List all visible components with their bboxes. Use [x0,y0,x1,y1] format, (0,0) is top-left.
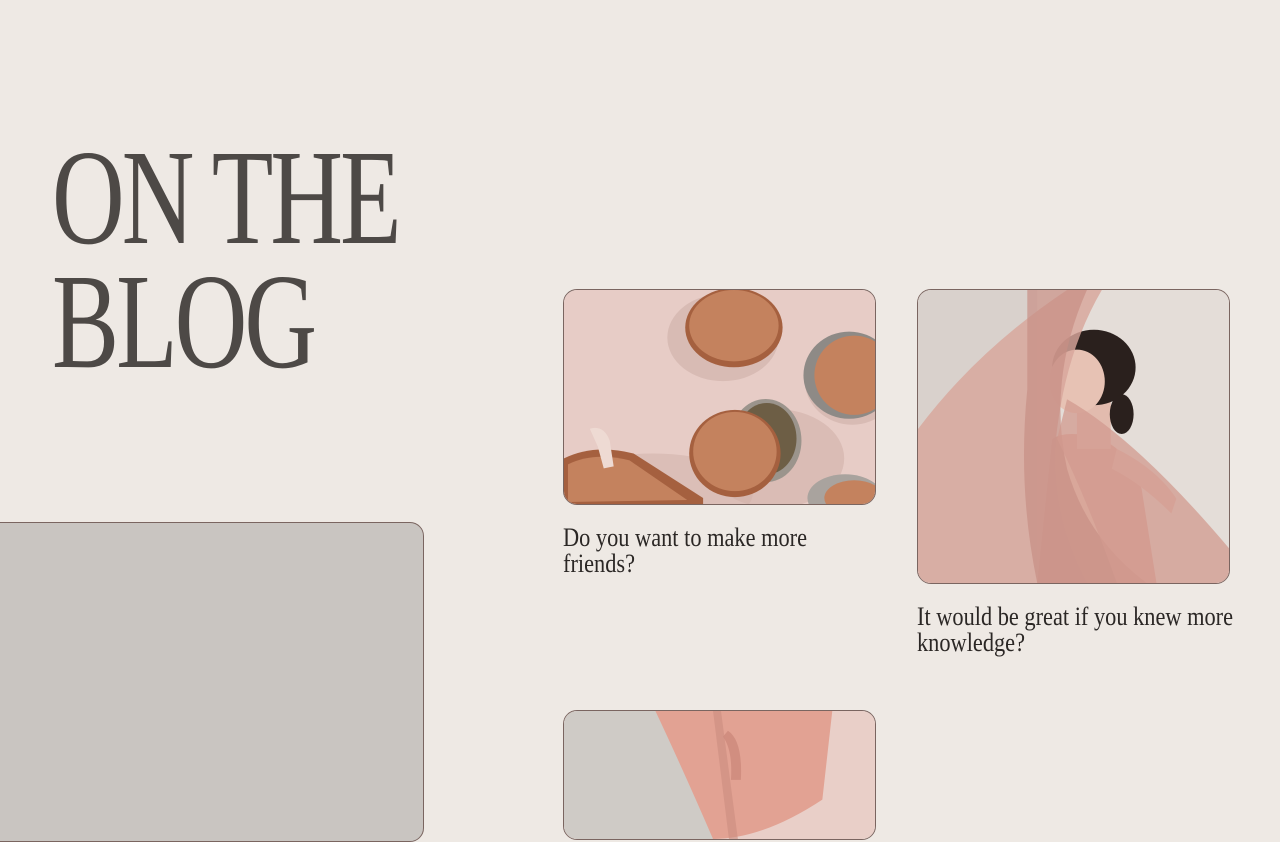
page-title-line-2: BLOG [52,247,317,397]
woman-pink-veil-photo [918,290,1229,583]
post-image-woman-veil[interactable] [917,289,1230,584]
post-title[interactable]: It would be great if you knew more knowl… [917,604,1235,656]
post-image-pink-fabric[interactable] [563,710,876,840]
cork-coasters-photo [564,290,875,504]
featured-image-placeholder [0,522,424,842]
post-title[interactable]: Do you want to make more friends? [563,525,873,577]
page-title: ON THE BLOG [52,123,402,397]
post-image-cork-coasters[interactable] [563,289,876,505]
page-title-line-1: ON THE [52,123,402,273]
pink-fabric-photo [564,711,875,839]
